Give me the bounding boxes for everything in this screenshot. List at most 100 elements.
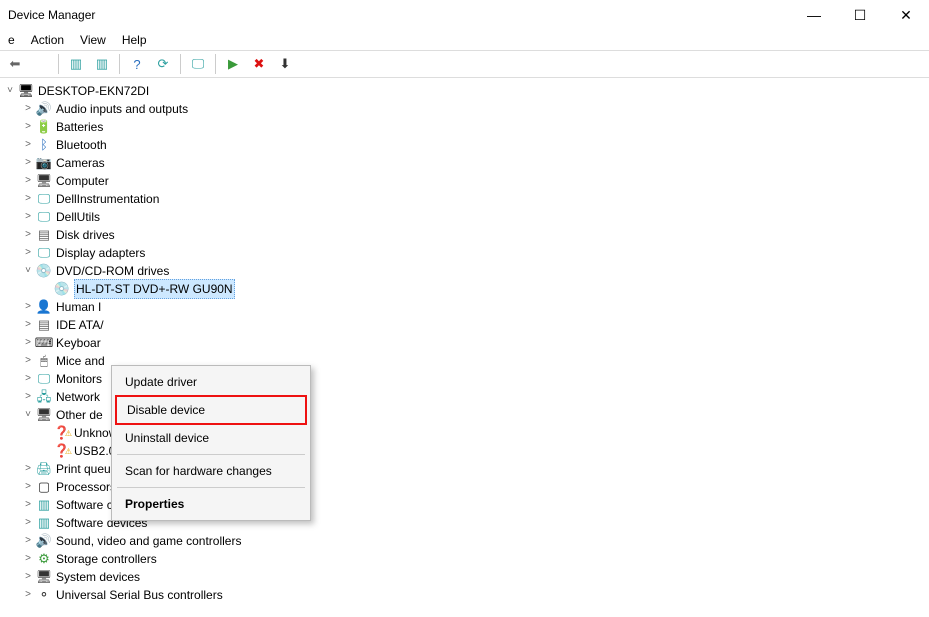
- chevron-right-icon[interactable]: >: [22, 553, 34, 565]
- chevron-right-icon[interactable]: >: [22, 481, 34, 493]
- chevron-down-icon[interactable]: ˅: [22, 409, 34, 421]
- tree-item-label: System devices: [56, 568, 140, 586]
- tree-category[interactable]: >👤Human I: [4, 298, 929, 316]
- ctx-properties[interactable]: Properties: [115, 491, 307, 517]
- tree-item-label: Display adapters: [56, 244, 145, 262]
- chevron-right-icon[interactable]: >: [22, 535, 34, 547]
- menu-file[interactable]: e: [8, 33, 15, 47]
- tree-item-label: Mice and: [56, 352, 105, 370]
- tree-category[interactable]: >⚬Universal Serial Bus controllers: [4, 586, 929, 604]
- category-icon: 🖵: [36, 245, 52, 261]
- chevron-right-icon[interactable]: >: [22, 499, 34, 511]
- tree-category[interactable]: >⚙Storage controllers: [4, 550, 929, 568]
- category-icon: 🖱: [36, 353, 52, 369]
- category-icon: 👤: [36, 299, 52, 315]
- category-icon: ⚬: [36, 587, 52, 603]
- tree-category-dvd[interactable]: ˅ 💿 DVD/CD-ROM drives: [4, 262, 929, 280]
- chevron-right-icon[interactable]: >: [22, 247, 34, 259]
- category-icon: 🔊: [36, 533, 52, 549]
- tree-item-label: Disk drives: [56, 226, 115, 244]
- tree-item-label: Audio inputs and outputs: [56, 100, 188, 118]
- chevron-right-icon[interactable]: >: [22, 391, 34, 403]
- tree-category[interactable]: >ᛒBluetooth: [4, 136, 929, 154]
- chevron-right-icon[interactable]: >: [22, 175, 34, 187]
- tree-category[interactable]: >🖵DellUtils: [4, 208, 929, 226]
- tree-category[interactable]: >▤IDE ATA/: [4, 316, 929, 334]
- tree-category[interactable]: >🖥Computer: [4, 172, 929, 190]
- toolbar-enable-icon[interactable]: ▶: [222, 53, 244, 75]
- chevron-right-icon[interactable]: >: [22, 517, 34, 529]
- maximize-button[interactable]: ☐: [837, 0, 883, 30]
- toolbar-sep: [58, 54, 59, 74]
- tree-category[interactable]: >🔊Sound, video and game controllers: [4, 532, 929, 550]
- chevron-right-icon[interactable]: >: [22, 229, 34, 241]
- toolbar-sep: [180, 54, 181, 74]
- menu-action[interactable]: Action: [31, 33, 64, 47]
- category-icon: ▢: [36, 479, 52, 495]
- tree-category[interactable]: >🖵DellInstrumentation: [4, 190, 929, 208]
- tree-item-label: Human I: [56, 298, 101, 316]
- tree-category[interactable]: >📷Cameras: [4, 154, 929, 172]
- toolbar: ⬅ ▥ ▥ ? ⟳ 🖵 ▶ ✖ ⬇: [0, 50, 929, 78]
- toolbar-back-icon[interactable]: ⬅: [4, 53, 26, 75]
- chevron-right-icon[interactable]: >: [22, 355, 34, 367]
- category-icon: 🖵: [36, 209, 52, 225]
- chevron-right-icon[interactable]: >: [22, 139, 34, 151]
- toolbar-scan-icon[interactable]: 🖵: [187, 53, 209, 75]
- chevron-right-icon[interactable]: >: [22, 373, 34, 385]
- category-icon: 🔊: [36, 101, 52, 117]
- menu-view[interactable]: View: [80, 33, 106, 47]
- tree-root[interactable]: ˅ 🖥 DESKTOP-EKN72DI: [4, 82, 929, 100]
- ctx-disable-device[interactable]: Disable device: [115, 395, 307, 425]
- menu-help[interactable]: Help: [122, 33, 147, 47]
- tree-device-dvd-drive[interactable]: 💿 HL-DT-ST DVD+-RW GU90N: [4, 280, 929, 298]
- tree-item-label: Monitors: [56, 370, 102, 388]
- toolbar-refresh-icon[interactable]: ⟳: [152, 53, 174, 75]
- ctx-uninstall-device[interactable]: Uninstall device: [115, 425, 307, 451]
- category-icon: ▥: [36, 515, 52, 531]
- toolbar-props-icon[interactable]: ▥: [65, 53, 87, 75]
- chevron-right-icon[interactable]: >: [22, 157, 34, 169]
- toolbar-update-icon[interactable]: ⬇: [274, 53, 296, 75]
- tree-category[interactable]: >🖥System devices: [4, 568, 929, 586]
- chevron-right-icon[interactable]: >: [22, 211, 34, 223]
- tree-item-label: Computer: [56, 172, 109, 190]
- close-button[interactable]: ✕: [883, 0, 929, 30]
- category-icon: ▤: [36, 227, 52, 243]
- chevron-right-icon[interactable]: >: [22, 103, 34, 115]
- toolbar-props2-icon[interactable]: ▥: [91, 53, 113, 75]
- chevron-right-icon[interactable]: >: [22, 571, 34, 583]
- tree-category[interactable]: >⌨Keyboar: [4, 334, 929, 352]
- ctx-scan-hardware[interactable]: Scan for hardware changes: [115, 458, 307, 484]
- toolbar-forward-icon[interactable]: [30, 53, 52, 75]
- chevron-right-icon[interactable]: >: [22, 463, 34, 475]
- tree-category[interactable]: >▤Disk drives: [4, 226, 929, 244]
- chevron-right-icon[interactable]: >: [22, 319, 34, 331]
- ctx-update-driver[interactable]: Update driver: [115, 369, 307, 395]
- category-icon: ⚙: [36, 551, 52, 567]
- tree-item-label: Network: [56, 388, 100, 406]
- chevron-right-icon[interactable]: >: [22, 193, 34, 205]
- tree-category[interactable]: >🔊Audio inputs and outputs: [4, 100, 929, 118]
- toolbar-help-icon[interactable]: ?: [126, 53, 148, 75]
- tree-category[interactable]: >🔋Batteries: [4, 118, 929, 136]
- tree-item-label: IDE ATA/: [56, 316, 104, 334]
- chevron-right-icon[interactable]: >: [22, 301, 34, 313]
- tree-item-label: Cameras: [56, 154, 105, 172]
- disc-icon: 💿: [54, 281, 70, 297]
- chevron-right-icon[interactable]: >: [22, 121, 34, 133]
- chevron-right-icon[interactable]: >: [22, 589, 34, 601]
- context-menu: Update driver Disable device Uninstall d…: [111, 365, 311, 521]
- minimize-button[interactable]: —: [791, 0, 837, 30]
- toolbar-disable-icon[interactable]: ✖: [248, 53, 270, 75]
- category-icon: 📷: [36, 155, 52, 171]
- tree-category[interactable]: >🖵Display adapters: [4, 244, 929, 262]
- chevron-down-icon[interactable]: ˅: [4, 85, 16, 97]
- tree-item-label: Keyboar: [56, 334, 101, 352]
- tree-item-label: Bluetooth: [56, 136, 107, 154]
- tree-device-label: HL-DT-ST DVD+-RW GU90N: [74, 279, 235, 299]
- chevron-down-icon[interactable]: ˅: [22, 265, 34, 277]
- chevron-right-icon[interactable]: >: [22, 337, 34, 349]
- ctx-sep: [117, 487, 305, 488]
- tree-item-label: Storage controllers: [56, 550, 157, 568]
